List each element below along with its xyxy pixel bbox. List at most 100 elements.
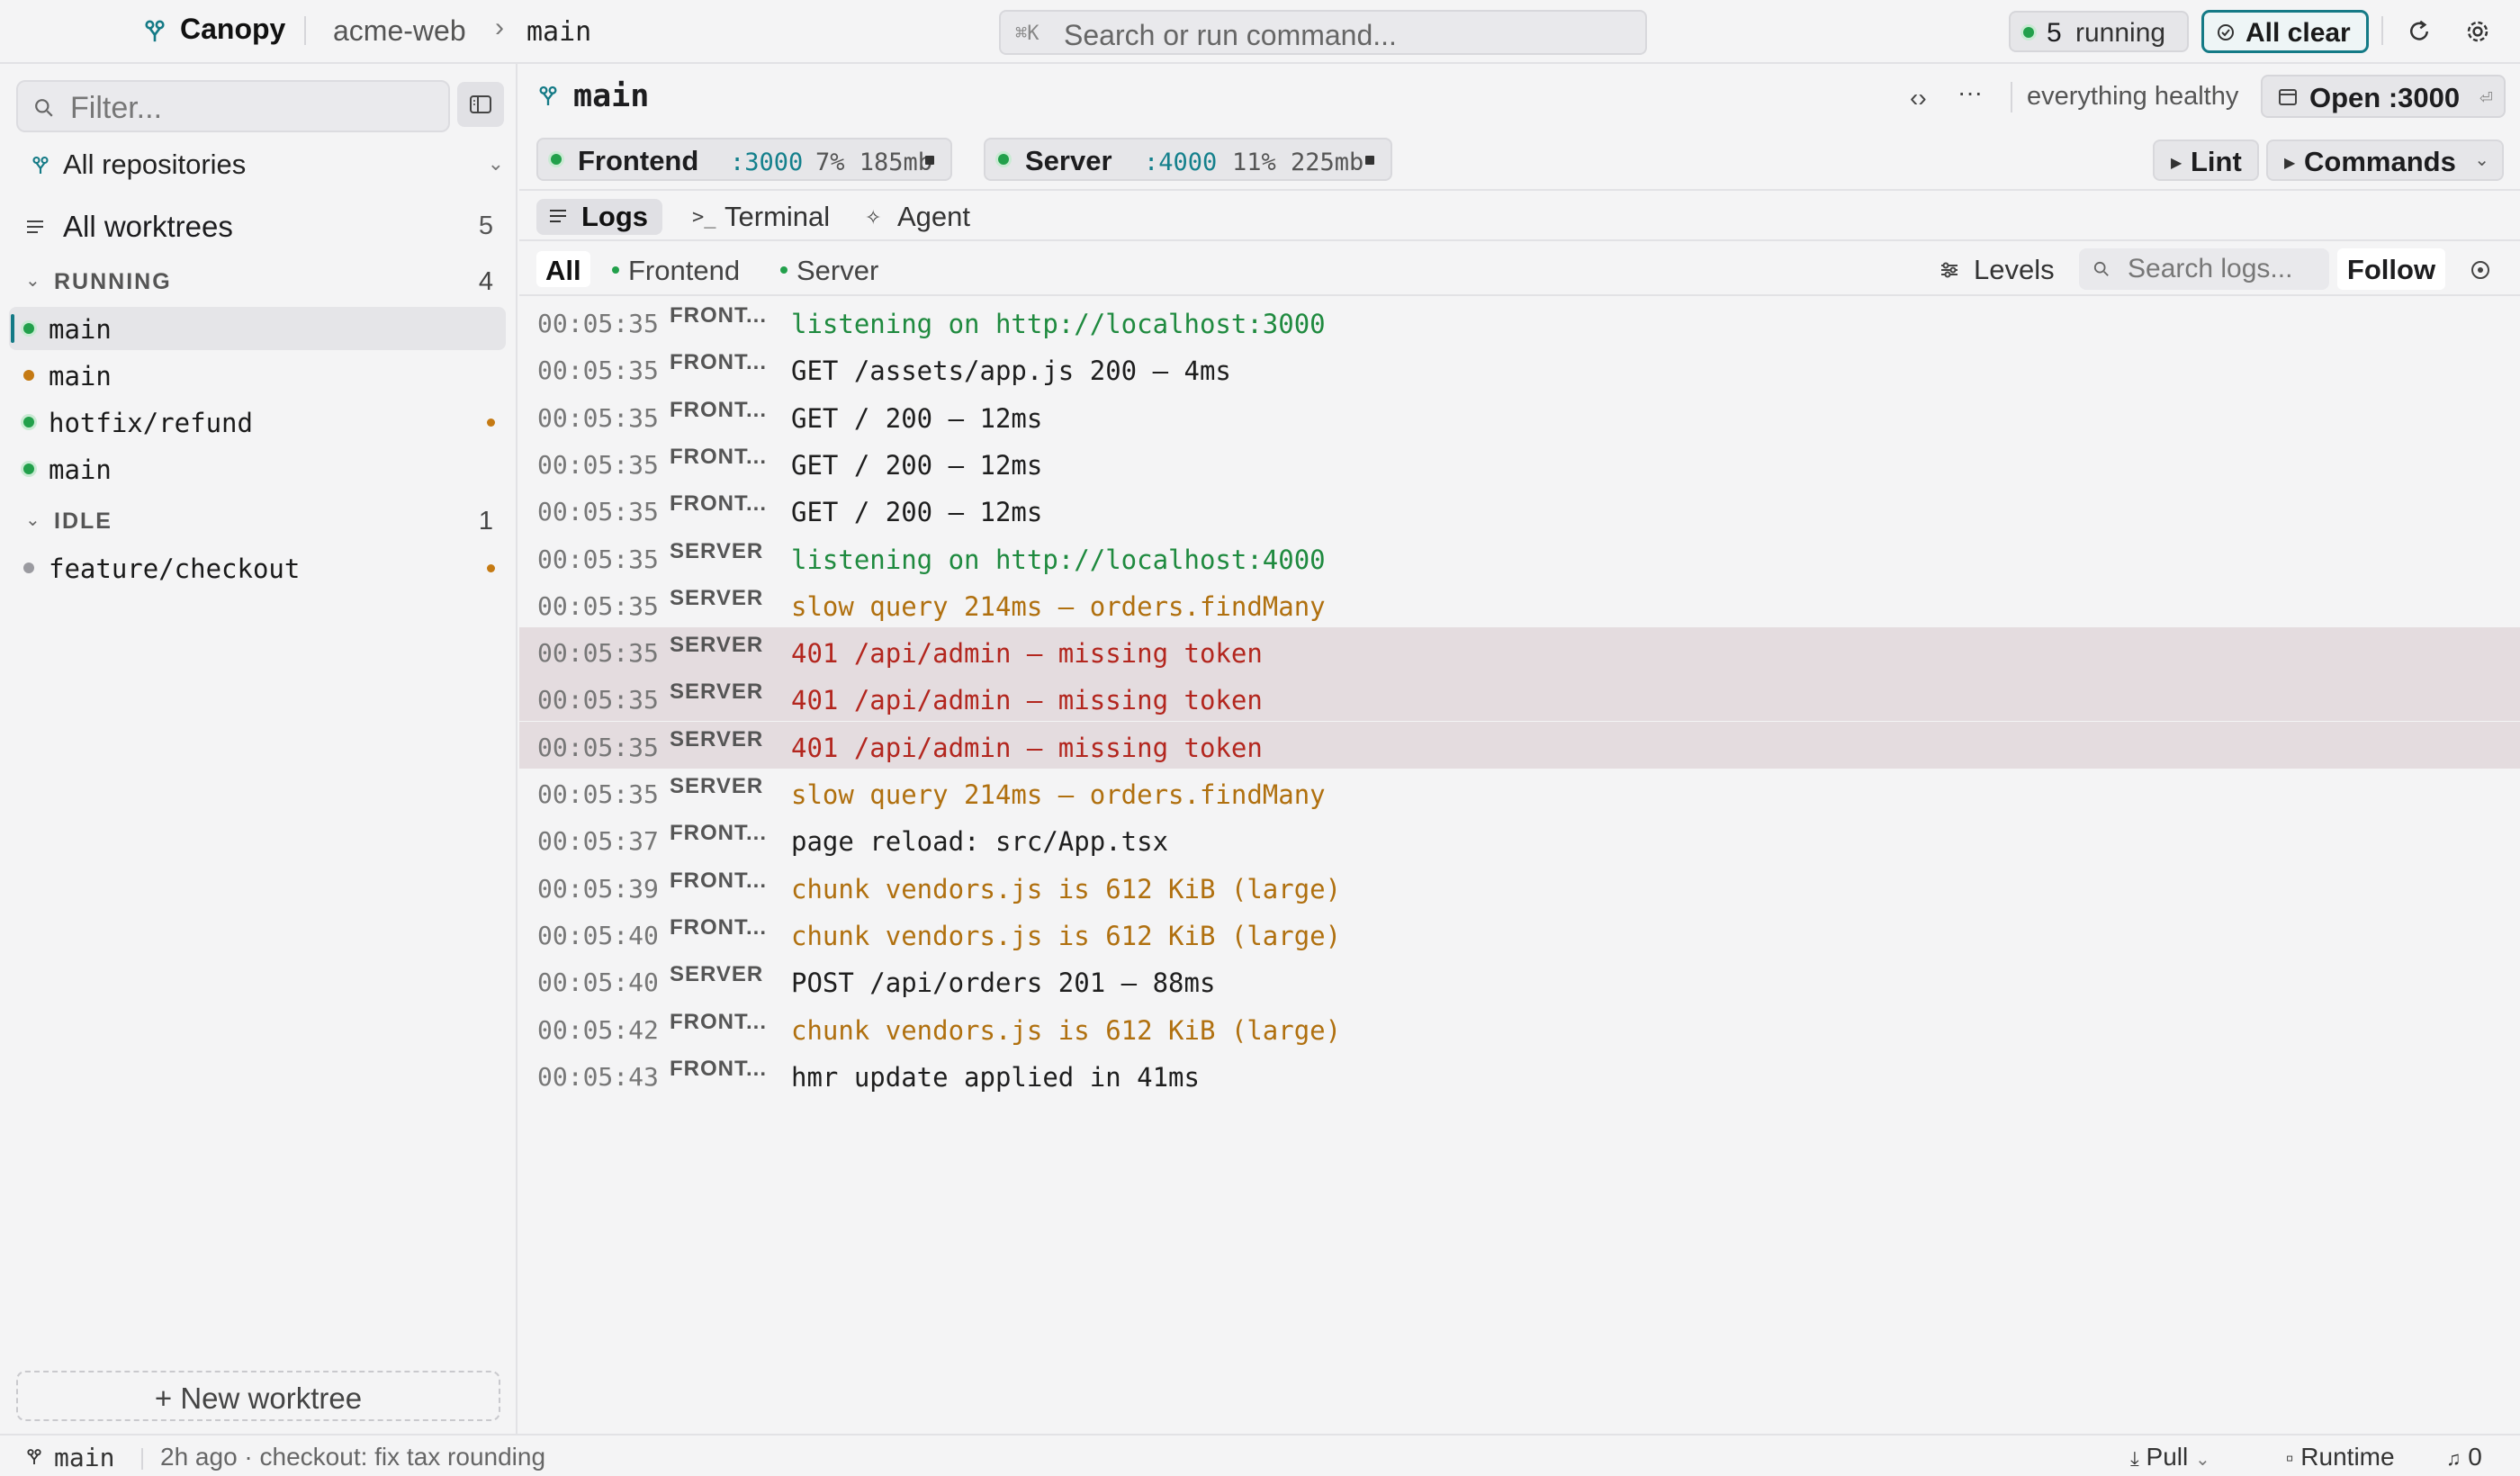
log-message: chunk vendors.js is 612 KiB (large) — [791, 920, 1342, 951]
commands-label: Commands — [2304, 146, 2456, 177]
worktree-item[interactable]: main — [9, 447, 506, 490]
process-port[interactable]: :3000 — [730, 148, 803, 176]
filter-server[interactable]: Server — [780, 251, 878, 287]
log-message: 401 /api/admin — missing token — [791, 732, 1263, 763]
lint-button[interactable]: ▶ Lint — [2153, 140, 2259, 181]
log-row[interactable]: 00:05:35 FRONT... listening on http://loca… — [519, 298, 2520, 345]
repository-select[interactable]: All repositories ⌄ — [27, 147, 504, 186]
log-row[interactable]: 00:05:40 SERVER POST /api/orders 201 — 88m… — [519, 957, 2520, 1004]
worktree-item[interactable]: main — [9, 307, 506, 350]
log-source: SERVER — [670, 680, 764, 705]
app-brand: Canopy — [180, 13, 286, 45]
tab-label: Agent — [897, 201, 971, 232]
log-source: FRONT... — [670, 350, 767, 375]
status-dot — [23, 370, 34, 381]
log-row[interactable]: 00:05:43 FRONT... hmr update applied in 41… — [519, 1051, 2520, 1098]
group-idle[interactable]: ⌄ IDLE 1 — [25, 505, 493, 541]
tab-agent[interactable]: ✧ Agent — [852, 199, 987, 235]
sliders-icon — [1941, 262, 1958, 278]
command-search-placeholder: Search or run command... — [1064, 19, 1397, 51]
log-row[interactable]: 00:05:35 FRONT... GET / 200 — 12ms — [519, 439, 2520, 486]
log-source: SERVER — [670, 774, 764, 798]
log-source: SERVER — [670, 962, 764, 987]
log-row[interactable]: 00:05:35 SERVER listening on http://localh… — [519, 534, 2520, 580]
pull-button[interactable]: ⤓ Pull ⌄ — [2130, 1443, 2210, 1472]
runtime-button[interactable]: ▫ Runtime — [2286, 1443, 2395, 1472]
process-server[interactable]: Server :4000 11% 225mb — [984, 138, 1392, 181]
log-timestamp: 00:05:40 — [537, 968, 659, 998]
all-clear-button[interactable]: All clear — [2201, 10, 2369, 53]
log-row[interactable]: 00:05:35 SERVER 401 /api/admin — missing t… — [519, 721, 2520, 769]
status-branch[interactable]: main — [54, 1443, 114, 1472]
breadcrumb-repo[interactable]: acme-web — [333, 14, 466, 48]
running-count-badge[interactable]: 5 running — [2009, 11, 2189, 52]
filter-input[interactable]: Filter... — [16, 80, 450, 132]
page-title: main — [573, 78, 650, 114]
terminal-icon: >_ — [692, 206, 716, 229]
worktree-label: main — [49, 454, 112, 485]
notifications-button[interactable]: ♫ 0 — [2446, 1443, 2482, 1472]
stop-icon[interactable] — [1365, 156, 1374, 165]
log-timestamp: 00:05:35 — [537, 779, 659, 809]
stop-icon[interactable] — [925, 156, 934, 165]
pull-label: Pull — [2146, 1443, 2189, 1471]
filter-all[interactable]: All — [536, 251, 590, 287]
log-timestamp: 00:05:35 — [537, 449, 659, 480]
sidebar-toggle-button[interactable] — [457, 82, 504, 127]
breadcrumb-branch[interactable]: main — [526, 16, 591, 48]
all-worktrees-label: All worktrees — [63, 210, 233, 243]
status-dot — [2023, 27, 2034, 38]
chevron-down-icon: ⌄ — [487, 152, 504, 175]
more-icon[interactable]: ··· — [1958, 78, 1983, 107]
worktree-item[interactable]: feature/checkout — [9, 546, 506, 590]
tab-terminal[interactable]: >_ Terminal — [680, 199, 860, 235]
tab-logs[interactable]: Logs — [536, 199, 662, 235]
log-row[interactable]: 00:05:35 SERVER 401 /api/admin — missing t… — [519, 674, 2520, 722]
log-row[interactable]: 00:05:35 FRONT... GET / 200 — 12ms — [519, 486, 2520, 533]
log-row[interactable]: 00:05:35 FRONT... GET / 200 — 12ms — [519, 392, 2520, 439]
log-timestamp: 00:05:35 — [537, 544, 659, 574]
log-row[interactable]: 00:05:39 FRONT... chunk vendors.js is 612 … — [519, 863, 2520, 910]
process-frontend[interactable]: Frontend :3000 7% 185mb — [536, 138, 952, 181]
log-row[interactable]: 00:05:35 SERVER slow query 214ms — orders.… — [519, 580, 2520, 627]
worktree-item[interactable]: hotfix/refund — [9, 400, 506, 444]
group-running[interactable]: ⌄ RUNNING 4 — [25, 266, 493, 302]
log-source: FRONT... — [670, 397, 767, 422]
log-row[interactable]: 00:05:35 SERVER 401 /api/admin — missing t… — [519, 627, 2520, 675]
log-timestamp: 00:05:40 — [537, 920, 659, 950]
process-port[interactable]: :4000 — [1144, 148, 1217, 176]
process-name: Frontend — [578, 145, 699, 176]
log-search-input[interactable]: Search logs... — [2079, 248, 2329, 290]
branch-icon — [27, 1449, 41, 1464]
log-row[interactable]: 00:05:35 FRONT... GET /assets/app.js 200 —… — [519, 345, 2520, 392]
check-circle-icon — [2218, 24, 2234, 40]
log-message: GET / 200 — 12ms — [791, 449, 1043, 481]
code-icon[interactable]: ‹› — [1910, 84, 1927, 112]
follow-toggle[interactable]: Follow — [2337, 248, 2445, 290]
enter-icon: ⏎ — [2479, 89, 2493, 107]
log-row[interactable]: 00:05:42 FRONT... chunk vendors.js is 612 … — [519, 1004, 2520, 1051]
group-count: 1 — [478, 507, 493, 536]
log-row[interactable]: 00:05:40 FRONT... chunk vendors.js is 612 … — [519, 910, 2520, 957]
new-worktree-button[interactable]: + New worktree — [16, 1371, 500, 1421]
target-icon[interactable] — [2470, 259, 2491, 281]
log-row[interactable]: 00:05:35 SERVER slow query 214ms — orders.… — [519, 769, 2520, 815]
log-row[interactable]: 00:05:37 FRONT... page reload: src/App.tsx — [519, 815, 2520, 862]
panel-icon: ▫ — [2286, 1446, 2294, 1471]
filter-frontend[interactable]: Frontend — [612, 251, 740, 287]
last-commit: 2h ago · checkout: fix tax rounding — [160, 1443, 546, 1471]
refresh-icon[interactable] — [2406, 18, 2433, 45]
status-dot — [612, 266, 619, 274]
log-timestamp: 00:05:35 — [537, 590, 659, 621]
command-search-input[interactable]: ⌘K Search or run command... — [999, 10, 1647, 55]
all-worktrees-item[interactable]: All worktrees 5 — [25, 208, 493, 248]
process-stats: 7% 185mb — [815, 148, 933, 176]
tab-label: Logs — [581, 201, 649, 232]
open-app-button[interactable]: Open :3000 ⏎ — [2261, 75, 2506, 118]
worktree-item[interactable]: main — [9, 354, 506, 397]
commands-button[interactable]: ▶ Commands ⌄ — [2266, 140, 2504, 181]
group-label: RUNNING — [54, 269, 172, 294]
log-message: GET / 200 — 12ms — [791, 402, 1043, 434]
gear-icon[interactable] — [2464, 18, 2491, 45]
shortcut-hint: ⌘K — [1015, 22, 1040, 45]
